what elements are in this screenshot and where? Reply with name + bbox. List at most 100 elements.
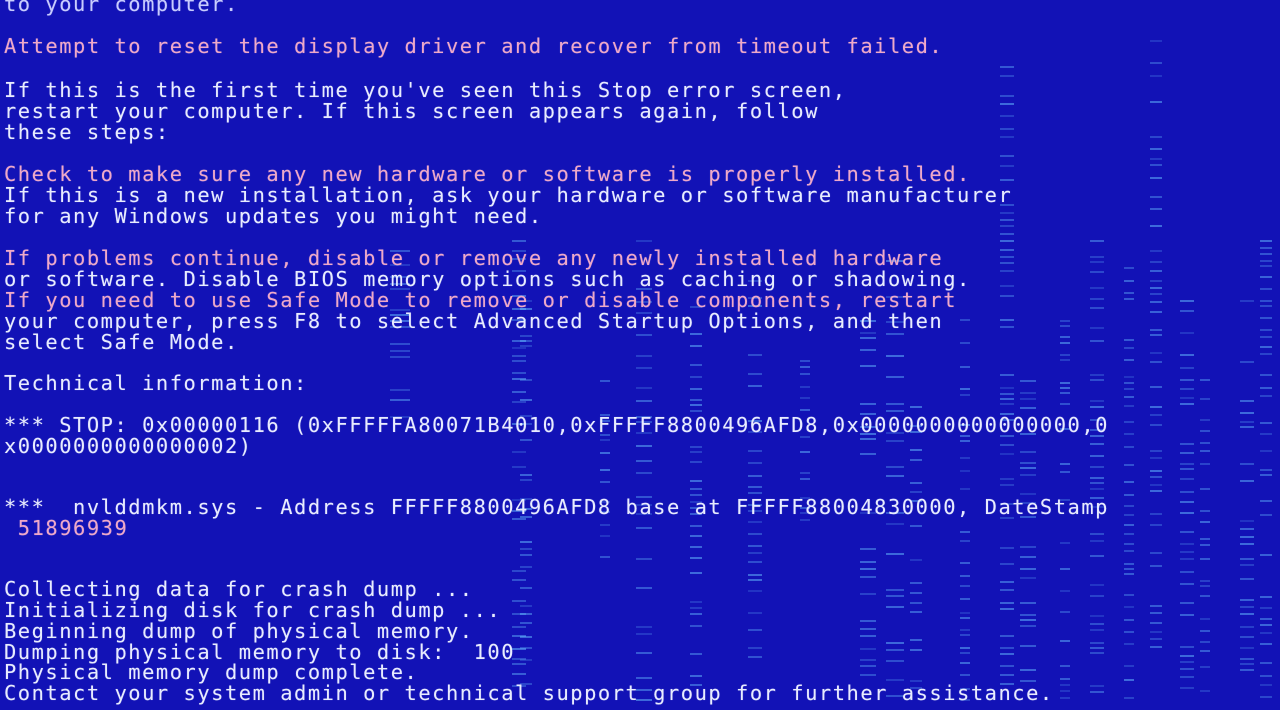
glitch-stripe bbox=[1090, 477, 1104, 479]
glitch-stripe bbox=[1000, 653, 1014, 655]
glitch-stripe bbox=[860, 576, 876, 578]
glitch-stripe bbox=[748, 354, 762, 356]
glitch-stripe bbox=[860, 568, 876, 570]
glitch-stripe bbox=[1020, 602, 1036, 604]
glitch-stripe bbox=[512, 360, 526, 362]
glitch-stripe bbox=[860, 674, 876, 676]
glitch-stripe bbox=[1090, 482, 1104, 484]
glitch-stripe bbox=[1060, 382, 1070, 384]
glitch-stripe bbox=[690, 572, 702, 574]
glitch-stripe bbox=[910, 406, 922, 408]
glitch-stripe bbox=[1260, 554, 1272, 556]
glitch-stripe bbox=[512, 451, 526, 453]
glitch-stripe bbox=[512, 240, 526, 242]
glitch-stripe bbox=[1240, 578, 1254, 580]
glitch-stripe bbox=[520, 379, 532, 381]
glitch-stripe bbox=[1124, 524, 1134, 526]
glitch-stripe bbox=[1240, 300, 1254, 302]
glitch-stripe bbox=[1150, 565, 1162, 567]
glitch-stripe bbox=[1260, 260, 1272, 262]
message-line: Check to make sure any new hardware or s… bbox=[4, 162, 971, 186]
glitch-stripe bbox=[860, 628, 876, 630]
glitch-stripe bbox=[1020, 398, 1036, 400]
glitch-stripe bbox=[1240, 361, 1254, 363]
glitch-stripe bbox=[1150, 361, 1162, 363]
glitch-stripe bbox=[1180, 468, 1194, 470]
glitch-stripe bbox=[1150, 386, 1162, 388]
glitch-stripe bbox=[1000, 249, 1014, 251]
glitch-stripe bbox=[1260, 450, 1272, 452]
glitch-stripe bbox=[1090, 261, 1104, 263]
glitch-stripe bbox=[1150, 406, 1162, 408]
message-line: or software. Disable BIOS memory options… bbox=[4, 267, 971, 291]
glitch-stripe bbox=[886, 589, 904, 591]
glitch-stripe bbox=[512, 579, 526, 581]
glitch-stripe bbox=[1200, 379, 1210, 381]
glitch-stripe bbox=[1090, 327, 1104, 329]
glitch-stripe bbox=[1180, 397, 1194, 399]
glitch-stripe bbox=[1020, 645, 1036, 647]
glitch-stripe bbox=[1180, 354, 1194, 356]
glitch-stripe bbox=[910, 482, 922, 484]
glitch-stripe bbox=[520, 622, 532, 624]
glitch-stripe bbox=[1150, 414, 1162, 416]
glitch-stripe bbox=[960, 531, 970, 533]
glitch-stripe bbox=[1150, 40, 1162, 42]
glitch-stripe bbox=[1200, 580, 1210, 582]
glitch-stripe bbox=[600, 380, 610, 382]
glitch-stripe bbox=[1260, 265, 1272, 267]
glitch-stripe bbox=[1090, 466, 1104, 468]
glitch-stripe bbox=[520, 659, 532, 661]
glitch-stripe bbox=[520, 587, 532, 589]
glitch-stripe bbox=[1060, 640, 1070, 642]
glitch-stripe bbox=[1060, 690, 1070, 692]
glitch-stripe bbox=[1020, 556, 1036, 558]
glitch-stripe bbox=[910, 559, 922, 561]
glitch-stripe bbox=[512, 570, 526, 572]
glitch-stripe bbox=[636, 652, 652, 654]
glitch-stripe bbox=[1124, 396, 1134, 398]
glitch-stripe bbox=[960, 540, 970, 542]
glitch-stripe bbox=[1124, 481, 1134, 483]
glitch-stripe bbox=[1000, 295, 1014, 297]
glitch-stripe bbox=[520, 566, 532, 568]
glitch-stripe bbox=[690, 535, 702, 537]
glitch-stripe bbox=[1260, 353, 1272, 355]
glitch-stripe bbox=[1090, 406, 1104, 408]
glitch-stripe bbox=[960, 457, 970, 459]
glitch-stripe bbox=[1200, 650, 1210, 652]
glitch-stripe bbox=[1000, 225, 1014, 227]
glitch-stripe bbox=[1060, 354, 1070, 356]
glitch-stripe bbox=[1124, 550, 1134, 552]
glitch-stripe bbox=[520, 554, 532, 556]
glitch-stripe bbox=[1180, 491, 1194, 493]
glitch-stripe bbox=[512, 613, 526, 615]
glitch-stripe bbox=[1260, 662, 1272, 664]
glitch-stripe bbox=[1150, 476, 1162, 478]
glitch-stripe bbox=[1000, 453, 1014, 455]
glitch-stripe bbox=[690, 525, 702, 527]
glitch-stripe bbox=[1200, 450, 1210, 452]
glitch-stripe bbox=[636, 677, 652, 679]
glitch-stripe bbox=[1090, 379, 1104, 381]
glitch-stripe bbox=[1200, 538, 1210, 540]
glitch-stripe bbox=[910, 602, 922, 604]
glitch-stripe bbox=[1150, 75, 1162, 77]
glitch-stripe bbox=[960, 394, 970, 396]
glitch-stripe bbox=[1090, 642, 1104, 644]
glitch-stripe bbox=[1090, 540, 1104, 542]
glitch-stripe bbox=[1240, 463, 1254, 465]
glitch-stripe bbox=[520, 605, 532, 607]
glitch-stripe bbox=[1240, 663, 1254, 665]
glitch-stripe bbox=[1180, 661, 1194, 663]
glitch-stripe bbox=[1150, 334, 1162, 336]
glitch-stripe bbox=[1150, 631, 1162, 633]
glitch-stripe bbox=[1240, 564, 1254, 566]
glitch-stripe bbox=[600, 524, 610, 526]
glitch-stripe bbox=[600, 556, 610, 558]
glitch-stripe bbox=[1090, 652, 1104, 654]
glitch-stripe bbox=[1000, 547, 1014, 549]
glitch-stripe bbox=[1090, 340, 1104, 342]
glitch-stripe bbox=[886, 649, 904, 651]
glitch-stripe bbox=[690, 399, 702, 401]
